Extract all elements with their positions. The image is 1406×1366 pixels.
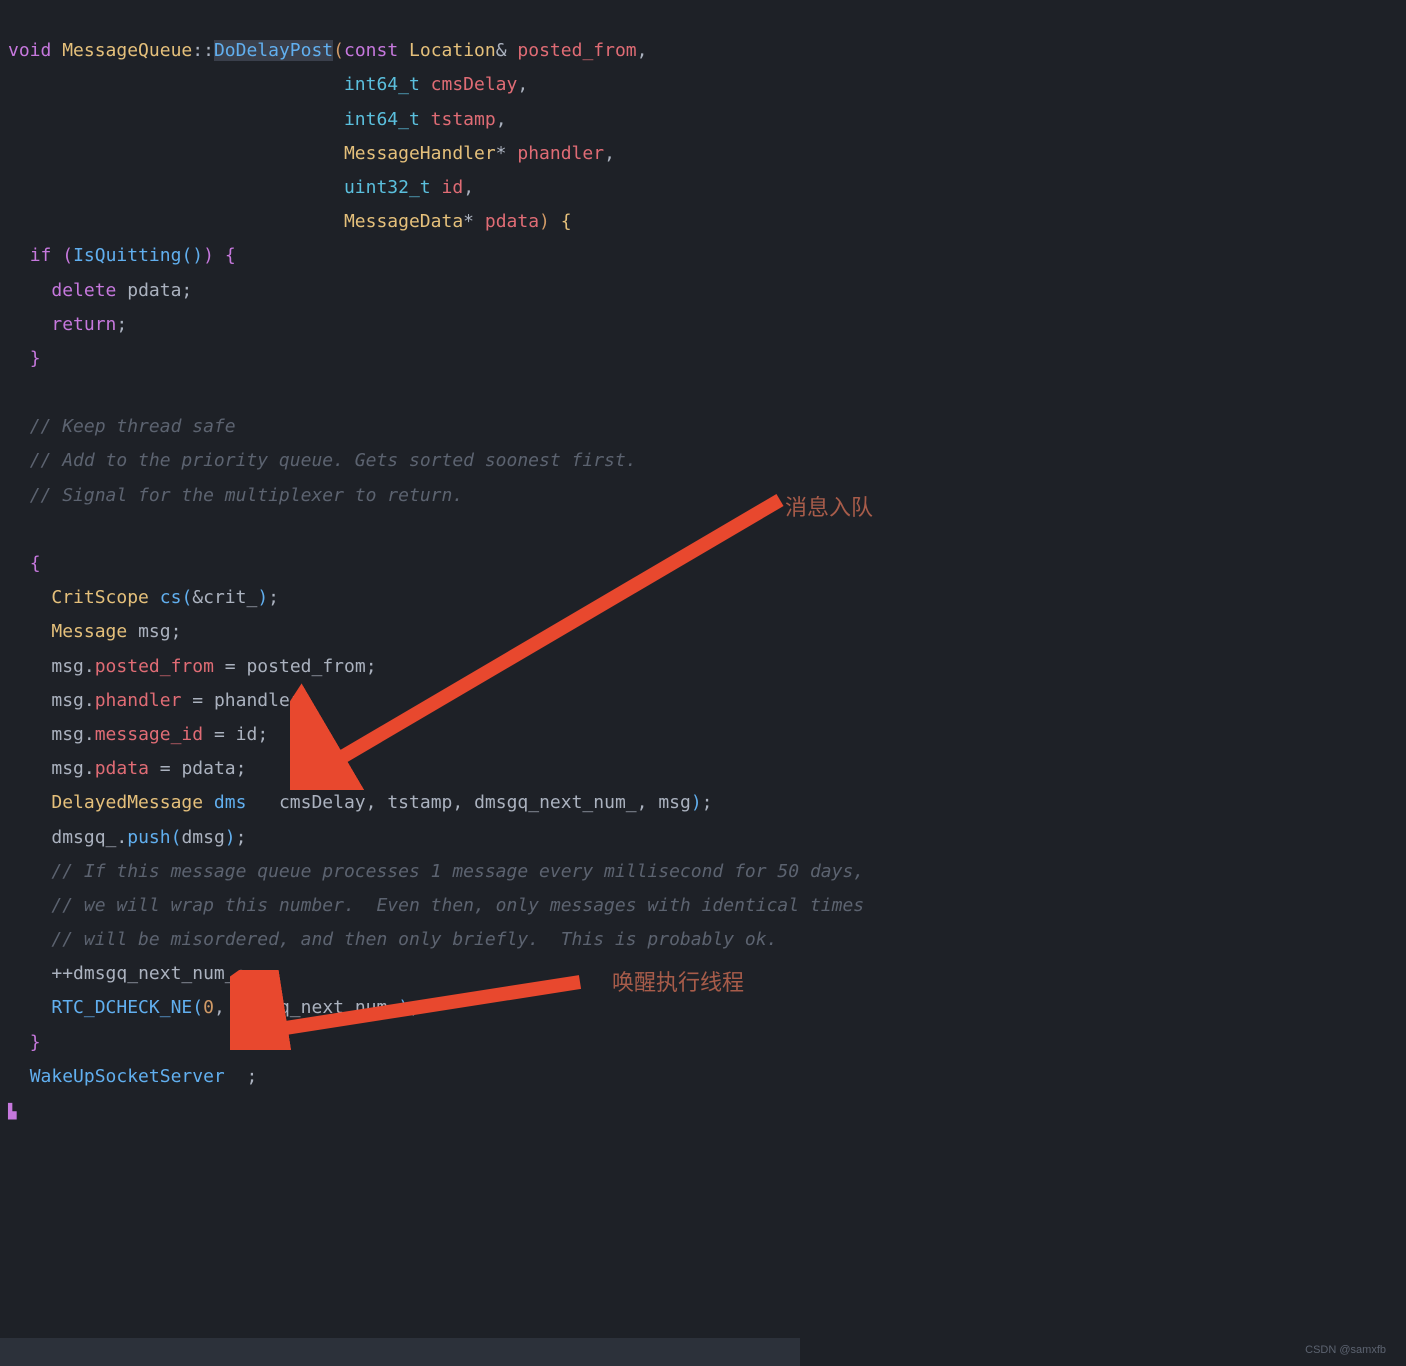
- paren-open: (: [333, 40, 344, 61]
- param-pdata: pdata: [485, 211, 539, 232]
- selection-bar: [0, 1338, 800, 1366]
- var-dmsg: dms: [214, 792, 247, 813]
- obj-msg: msg: [51, 724, 84, 745]
- member-posted-from: posted_from: [95, 656, 214, 677]
- type-messagehandler: MessageHandler: [344, 143, 496, 164]
- var-dmsgq-next-num: dmsgq_next_num_: [73, 963, 236, 984]
- var-msg: msg: [138, 621, 171, 642]
- obj-msg: msg: [51, 690, 84, 711]
- val-pdata: pdata: [181, 758, 235, 779]
- ampersand: &: [496, 40, 507, 61]
- annotation-enqueue: 消息入队: [785, 490, 873, 522]
- comment-thread-safe: // Keep thread safe: [30, 416, 236, 437]
- var-cs: cs: [160, 587, 182, 608]
- obj-msg: msg: [51, 656, 84, 677]
- val-id: id: [236, 724, 258, 745]
- arg-tstamp: tstamp: [387, 792, 452, 813]
- scope-op: ::: [192, 40, 214, 61]
- keyword-void: void: [8, 40, 51, 61]
- member-message-id: message_id: [95, 724, 203, 745]
- arg-dmsgq-next-num: dmsgq_next_num_: [236, 997, 399, 1018]
- var-pdata: pdata: [127, 280, 181, 301]
- type-delayedmessage: DelayedMessage: [51, 792, 203, 813]
- param-id: id: [442, 177, 464, 198]
- member-phandler: phandler: [95, 690, 182, 711]
- type-uint32: uint32_t: [344, 177, 431, 198]
- star: *: [463, 211, 474, 232]
- type-int64: int64_t: [344, 109, 420, 130]
- fn-push: push: [127, 827, 170, 848]
- fn-isquitting: IsQuitting: [73, 245, 181, 266]
- param-posted-from: posted_from: [517, 40, 636, 61]
- arg-msg: msg: [658, 792, 691, 813]
- cursor-indicator: ▙: [8, 1104, 16, 1120]
- watermark: CSDN @samxfb: [1305, 1344, 1386, 1356]
- member-pdata: pdata: [95, 758, 149, 779]
- obj-dmsgq: dmsgq_: [51, 827, 116, 848]
- function-name: DoDelayPost: [214, 40, 333, 61]
- comment-signal: // Signal for the multiplexer to return.: [30, 485, 463, 506]
- type-location: Location: [409, 40, 496, 61]
- obj-msg: msg: [51, 758, 84, 779]
- param-phandler: phandler: [517, 143, 604, 164]
- num-zero: 0: [203, 997, 214, 1018]
- type-critscope: CritScope: [51, 587, 149, 608]
- fn-wakeupsocketserver: WakeUpSocketServer: [30, 1066, 225, 1087]
- var-crit: crit_: [203, 587, 257, 608]
- annotation-wakeup: 唤醒执行线程: [612, 965, 744, 997]
- type-messagedata: MessageData: [344, 211, 463, 232]
- comment-misordered: // will be misordered, and then only bri…: [51, 929, 777, 950]
- comment-50-days: // If this message queue processes 1 mes…: [51, 861, 864, 882]
- param-tstamp: tstamp: [431, 109, 496, 130]
- class-name: MessageQueue: [62, 40, 192, 61]
- arg-dmsgq-next-num: dmsgq_next_num_: [474, 792, 637, 813]
- star: *: [496, 143, 507, 164]
- code-editor[interactable]: void MessageQueue::DoDelayPost(const Loc…: [0, 0, 1406, 1128]
- val-posted-from: posted_from: [246, 656, 365, 677]
- arg-cmsdelay: cmsDelay: [279, 792, 366, 813]
- comment-priority-queue: // Add to the priority queue. Gets sorte…: [30, 450, 637, 471]
- keyword-delete: delete: [51, 280, 116, 301]
- arg-dmsg: dmsg: [181, 827, 224, 848]
- type-message: Message: [51, 621, 127, 642]
- keyword-return: return: [51, 314, 116, 335]
- keyword-if: if: [30, 245, 52, 266]
- val-phandler: phandler: [214, 690, 301, 711]
- keyword-const: const: [344, 40, 398, 61]
- type-int64: int64_t: [344, 74, 420, 95]
- fn-rtc-dcheck-ne: RTC_DCHECK_NE: [51, 997, 192, 1018]
- param-cmsdelay: cmsDelay: [431, 74, 518, 95]
- comment-wrap: // we will wrap this number. Even then, …: [51, 895, 864, 916]
